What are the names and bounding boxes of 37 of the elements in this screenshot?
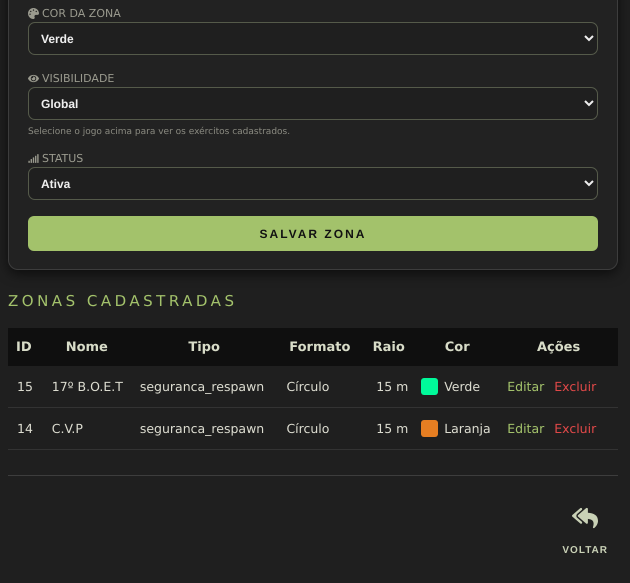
table-cell: seguranca_respawn <box>130 366 278 408</box>
field-label: VISIBILIDADE <box>28 71 598 85</box>
table-cell: 15 <box>8 366 43 408</box>
palette-icon <box>28 8 39 18</box>
back-button[interactable]: VOLTAR <box>556 504 614 557</box>
color-name: Verde <box>444 379 480 394</box>
help-text: Selecione o jogo acima para ver os exércitos cadastrados. <box>28 127 292 137</box>
edit-link[interactable]: Editar <box>507 421 544 436</box>
edit-link[interactable]: Editar <box>507 379 544 394</box>
section-title: ZONAS CADASTRADAS <box>8 292 238 310</box>
column-header: Tipo <box>130 328 278 366</box>
table-cell: 14 <box>8 408 43 450</box>
select-field[interactable]: Ativa <box>28 167 598 200</box>
field-label: STATUS <box>28 151 598 165</box>
table-cell: Círculo <box>277 408 362 450</box>
column-header: Formato <box>277 328 362 366</box>
column-header: Ações <box>499 328 618 366</box>
table-cell: 15 m <box>362 366 416 408</box>
eye-icon <box>28 72 39 84</box>
delete-link[interactable]: Excluir <box>554 421 596 436</box>
color-name: Laranja <box>444 421 491 436</box>
reply-arrow-icon <box>572 505 598 531</box>
column-header: Nome <box>42 328 131 366</box>
table-cell: C.V.P <box>42 408 131 450</box>
column-header: ID <box>8 328 43 366</box>
select-field[interactable]: Verde <box>28 22 598 55</box>
table-cell: seguranca_respawn <box>130 408 278 450</box>
select-field[interactable]: Global <box>28 87 598 120</box>
table-cell: 17º B.O.E.T <box>42 366 131 408</box>
signal-bars-icon <box>28 152 39 164</box>
field-label: COR DA ZONA <box>28 6 598 20</box>
table-cell: 15 m <box>362 408 416 450</box>
save-button[interactable]: SALVAR ZONA <box>28 216 598 251</box>
column-header: Raio <box>362 328 416 366</box>
delete-link[interactable]: Excluir <box>554 379 596 394</box>
column-header: Cor <box>415 328 500 366</box>
table-cell: Círculo <box>277 366 362 408</box>
